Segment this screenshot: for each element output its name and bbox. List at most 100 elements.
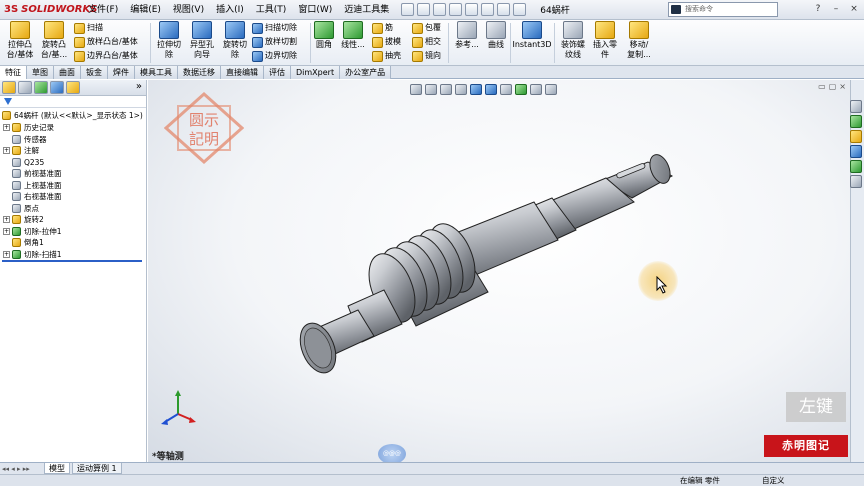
shell-button[interactable]: 抽壳 — [372, 50, 401, 62]
worm-shaft-model[interactable] — [148, 80, 850, 462]
draft-button[interactable]: 拔模 — [372, 36, 401, 48]
tab-mold-tools[interactable]: 模具工具 — [135, 66, 178, 79]
tree-item[interactable]: + 切除-拉伸1 — [0, 226, 146, 238]
tab-model[interactable]: 模型 — [44, 463, 70, 474]
display-manager-tab-icon[interactable] — [66, 81, 80, 94]
loft-boss-icon — [74, 36, 85, 48]
tree-item[interactable]: + 历史记录 — [0, 122, 146, 134]
undo-icon[interactable] — [465, 3, 479, 16]
tree-item[interactable]: 上视基准面 — [0, 180, 146, 192]
wrap-icon — [412, 22, 423, 34]
lofted-cut-button[interactable]: 放样切割 — [252, 36, 297, 48]
curves-button[interactable]: 曲线 — [484, 21, 508, 50]
configuration-manager-tab-icon[interactable] — [34, 81, 48, 94]
select-cursor-icon[interactable] — [481, 3, 495, 16]
menu-maidi-tools[interactable]: 迈迪工具集 — [338, 0, 395, 20]
options-gear-icon[interactable] — [513, 3, 527, 16]
sensor-icon — [12, 134, 21, 144]
close-icon[interactable]: × — [848, 3, 860, 15]
expand-toggle-icon[interactable]: + — [3, 227, 10, 235]
menu-tools[interactable]: 工具(T) — [250, 0, 293, 20]
tree-filter[interactable] — [0, 96, 146, 108]
insert-part-button[interactable]: 插入零 件 — [590, 21, 620, 60]
expand-toggle-icon[interactable]: + — [3, 147, 10, 155]
intersect-button[interactable]: 相交 — [412, 36, 441, 48]
custom-properties-icon[interactable] — [850, 175, 862, 188]
tree-item[interactable]: 原点 — [0, 203, 146, 215]
mirror-button[interactable]: 镜向 — [412, 50, 441, 62]
feature-tree-tab-icon[interactable] — [2, 81, 16, 94]
rebuild-icon[interactable] — [497, 3, 511, 16]
revolve-boss-button[interactable]: 旋转凸 台/基... — [38, 21, 70, 60]
instant3d-button[interactable]: Instant3D — [512, 21, 552, 50]
view-palette-icon[interactable] — [850, 145, 862, 158]
reference-geometry-button[interactable]: 参考... — [452, 21, 482, 50]
revolve-cut-button[interactable]: 旋转切 除 — [220, 21, 250, 60]
tab-data-migration[interactable]: 数据迁移 — [178, 66, 221, 79]
fillet-button[interactable]: 圆角 — [312, 21, 336, 50]
tab-office-products[interactable]: 办公室产品 — [340, 66, 392, 79]
status-units[interactable]: 自定义 — [762, 475, 785, 486]
boundary-boss-button[interactable]: 边界凸台/基体 — [74, 50, 138, 62]
cosmetic-thread-button[interactable]: 装饰螺 纹线 — [558, 21, 588, 60]
tree-item[interactable]: 传感器 — [0, 134, 146, 146]
tab-features[interactable]: 特征 — [0, 66, 27, 79]
open-folder-icon[interactable] — [417, 3, 431, 16]
move-copy-button[interactable]: 移动/ 复制... — [622, 21, 656, 60]
expand-toggle-icon[interactable]: + — [3, 250, 10, 258]
tab-navigation-arrows[interactable]: ◂◂ ◂ ▸ ▸▸ — [0, 465, 42, 473]
tree-item[interactable]: Q235 — [0, 157, 146, 169]
rib-button[interactable]: 筋 — [372, 22, 393, 34]
menu-view[interactable]: 视图(V) — [167, 0, 210, 20]
tab-dimxpert[interactable]: DimXpert — [291, 66, 341, 79]
swept-cut-button[interactable]: 扫描切除 — [252, 22, 297, 34]
tree-item[interactable]: 前视基准面 — [0, 168, 146, 180]
tab-evaluate[interactable]: 评估 — [264, 66, 291, 79]
tab-direct-editing[interactable]: 直接编辑 — [221, 66, 264, 79]
tree-root-part[interactable]: 64蜗杆 (默认<<默认>_显示状态 1>) — [0, 108, 146, 122]
linear-pattern-button[interactable]: 线性... — [338, 21, 368, 50]
tab-surfaces[interactable]: 曲面 — [54, 66, 81, 79]
plane-icon — [12, 169, 21, 179]
sweep-button[interactable]: 扫描 — [74, 22, 103, 34]
extrude-boss-button[interactable]: 拉伸凸 台/基体 — [4, 21, 36, 60]
file-explorer-icon[interactable] — [850, 130, 862, 143]
dimxpert-manager-tab-icon[interactable] — [50, 81, 64, 94]
annotation-icon — [12, 146, 21, 156]
tree-item[interactable]: 右视基准面 — [0, 191, 146, 203]
help-icon[interactable]: ? — [812, 3, 824, 15]
save-icon[interactable] — [433, 3, 447, 16]
tab-sketch[interactable]: 草图 — [27, 66, 54, 79]
menu-file[interactable]: 文件(F) — [82, 0, 124, 20]
hole-wizard-button[interactable]: 异型孔 向导 — [186, 21, 218, 60]
property-manager-tab-icon[interactable] — [18, 81, 32, 94]
tree-item[interactable]: + 切除-扫描1 — [0, 249, 146, 261]
boundary-cut-button[interactable]: 边界切除 — [252, 50, 297, 62]
filter-icon[interactable] — [4, 98, 12, 105]
tab-weldments[interactable]: 焊件 — [108, 66, 135, 79]
tab-sheet-metal[interactable]: 钣金 — [81, 66, 108, 79]
design-library-icon[interactable] — [850, 115, 862, 128]
graphics-viewport[interactable]: ▭ ▢ × 圆示 記明 *等轴测 左键 赤明图记 @@@ — [148, 80, 850, 462]
minimize-icon[interactable]: – — [830, 3, 842, 15]
tab-motion-study[interactable]: 运动算例 1 — [72, 463, 122, 474]
expand-toggle-icon[interactable]: + — [3, 216, 10, 224]
tree-item[interactable]: 倒角1 — [0, 237, 146, 249]
loft-boss-button[interactable]: 放样凸台/基体 — [74, 36, 138, 48]
menu-insert[interactable]: 插入(I) — [210, 0, 250, 20]
menu-edit[interactable]: 编辑(E) — [124, 0, 167, 20]
solidworks-resources-icon[interactable] — [850, 100, 862, 113]
appearances-icon[interactable] — [850, 160, 862, 173]
menu-window[interactable]: 窗口(W) — [292, 0, 338, 20]
tree-item[interactable]: + 旋转2 — [0, 214, 146, 226]
tree-item[interactable]: + 注解 — [0, 145, 146, 157]
chevron-right-icon[interactable]: » — [136, 81, 142, 92]
new-document-icon[interactable] — [401, 3, 415, 16]
solidworks-logo[interactable]: 3S SOLIDWORKS — [0, 0, 97, 20]
expand-toggle-icon[interactable]: + — [3, 124, 10, 132]
extrude-cut-button[interactable]: 拉伸切 除 — [154, 21, 184, 60]
wrap-button[interactable]: 包覆 — [412, 22, 441, 34]
search-commands-input[interactable]: 搜索命令 — [668, 2, 778, 17]
rollback-bar[interactable] — [2, 260, 142, 262]
print-icon[interactable] — [449, 3, 463, 16]
